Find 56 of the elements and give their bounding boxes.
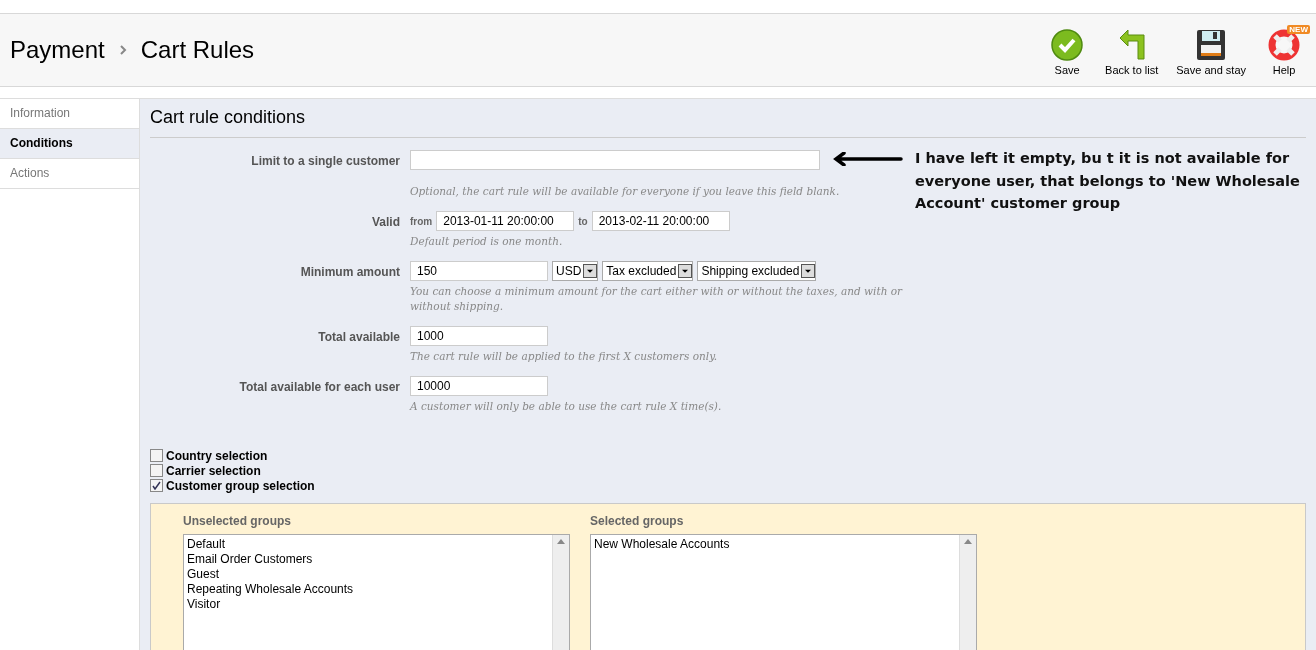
list-option[interactable]: Guest bbox=[187, 567, 549, 582]
to-label: to bbox=[578, 215, 588, 227]
checkbox-option[interactable]: Carrier selection bbox=[150, 463, 1306, 478]
help-text: Optional, the cart rule will be available for everyone if you leave this field blank. bbox=[410, 184, 841, 199]
toolbar-button[interactable]: Save and stay bbox=[1174, 28, 1248, 76]
help-text: The cart rule will be applied to the first X customers only. bbox=[410, 349, 719, 364]
scroll-up-icon bbox=[964, 539, 972, 544]
field-label: Total available for each user bbox=[238, 379, 400, 396]
amount-field[interactable]: 150 bbox=[410, 261, 548, 281]
left-arrow-icon bbox=[833, 152, 903, 166]
new-badge: NEW bbox=[1287, 24, 1310, 34]
checkbox-label: Carrier selection bbox=[166, 463, 261, 478]
field-label: Valid bbox=[371, 214, 400, 231]
list-option[interactable]: Default bbox=[187, 537, 549, 552]
checkbox-option[interactable]: Country selection bbox=[150, 448, 1306, 463]
field-label: Minimum amount bbox=[299, 264, 400, 281]
checkbox-label: Customer group selection bbox=[166, 478, 315, 493]
checkbox[interactable] bbox=[150, 464, 163, 477]
breadcrumb-item: Cart Rules bbox=[140, 36, 255, 64]
dropdown[interactable]: USD bbox=[552, 261, 599, 281]
breadcrumb-item[interactable]: Payment bbox=[10, 36, 105, 64]
field-label: Limit to a single customer bbox=[250, 153, 400, 170]
list-option[interactable]: New Wholesale Accounts bbox=[594, 537, 956, 552]
date-field[interactable]: 2013-01-11 20:00:00 bbox=[436, 211, 575, 231]
toolbar-button[interactable]: Save bbox=[1045, 28, 1090, 76]
checkbox[interactable] bbox=[150, 479, 163, 492]
chevron-right-icon bbox=[118, 45, 127, 55]
check-circle-icon bbox=[1051, 28, 1084, 61]
help-text: Default period is one month. bbox=[410, 234, 564, 249]
text-field[interactable]: 1000 bbox=[410, 326, 548, 346]
sidebar-tab[interactable]: Information bbox=[0, 98, 139, 129]
list-option[interactable]: Repeating Wholesale Accounts bbox=[187, 582, 549, 597]
help-text: You can choose a minimum amount for the cart either with or without the taxes, and with or without shipping. bbox=[410, 284, 904, 314]
group-listbox[interactable]: New Wholesale Accounts bbox=[590, 534, 977, 650]
text-field[interactable] bbox=[410, 150, 820, 170]
annotation-text: I have left it empty, bu t it is not available for everyone user, that belongs to 'New Wholesale Account' customer group bbox=[915, 149, 1301, 213]
checkbox[interactable] bbox=[150, 449, 163, 462]
text-field[interactable]: 10000 bbox=[410, 376, 548, 396]
toolbar-button[interactable]: Back to list bbox=[1103, 28, 1161, 76]
scroll-up-icon bbox=[557, 539, 565, 544]
list-label: Selected groups bbox=[590, 514, 685, 528]
date-field[interactable]: 2013-02-11 20:00:00 bbox=[591, 211, 730, 231]
from-label: from bbox=[410, 215, 433, 227]
group-listbox[interactable]: Default Email Order Customers Guest Repeating Wholesale Accounts Visitor bbox=[183, 534, 570, 650]
help-text: A customer will only be able to use the cart rule X time(s). bbox=[410, 399, 723, 414]
list-option[interactable]: Visitor bbox=[187, 597, 549, 612]
checkbox-label: Country selection bbox=[166, 448, 268, 463]
checkbox-option[interactable]: Customer group selection bbox=[150, 478, 1306, 493]
field-label: Total available bbox=[317, 329, 400, 346]
dropdown[interactable]: Shipping excluded bbox=[697, 261, 817, 281]
sidebar-tab[interactable]: Conditions bbox=[0, 129, 139, 159]
section-title: Cart rule conditions bbox=[150, 99, 1306, 138]
dropdown[interactable]: Tax excluded bbox=[602, 261, 694, 281]
back-arrow-icon bbox=[1117, 28, 1146, 61]
list-label: Unselected groups bbox=[183, 514, 293, 528]
list-option[interactable]: Email Order Customers bbox=[187, 552, 549, 567]
